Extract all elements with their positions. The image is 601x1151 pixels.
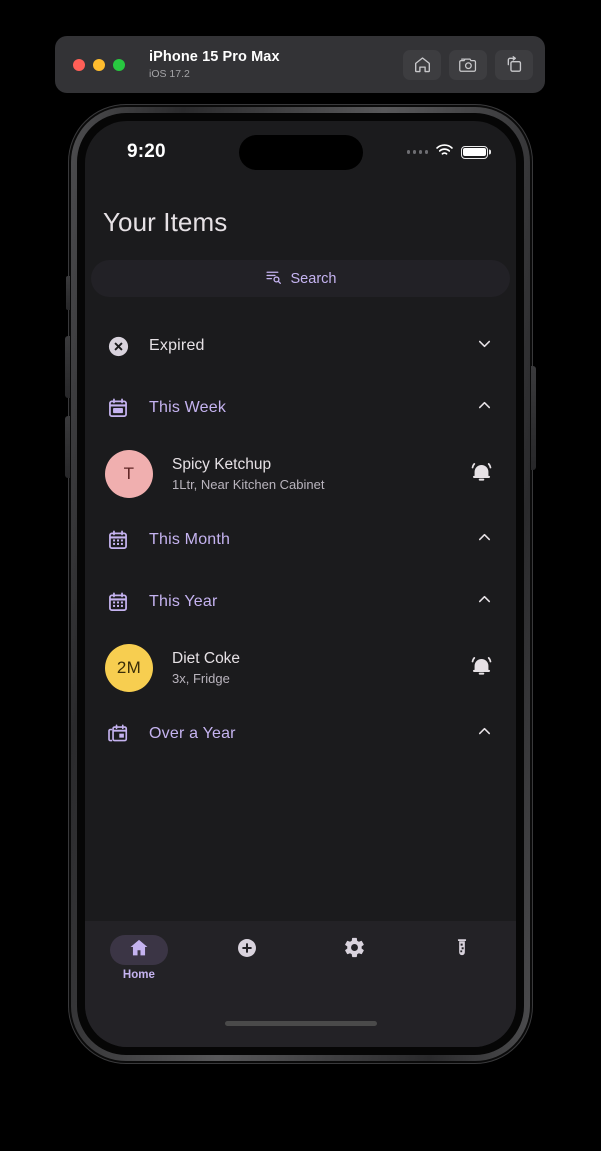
calendar-today-icon xyxy=(105,397,131,419)
item-text-block: Spicy Ketchup 1Ltr, Near Kitchen Cabinet xyxy=(172,456,324,492)
notification-bell-active-icon[interactable] xyxy=(469,653,494,683)
simulator-device-info: iPhone 15 Pro Max iOS 17.2 xyxy=(149,49,280,81)
screenshot-root: iPhone 15 Pro Max iOS 17.2 9:20 Your Ite… xyxy=(0,0,601,1151)
nav-home-pill[interactable] xyxy=(109,935,168,965)
volume-down-button[interactable] xyxy=(65,416,70,478)
battery-full-icon xyxy=(461,145,488,159)
section-header-this-year[interactable]: This Year xyxy=(85,571,516,633)
nav-item-add[interactable] xyxy=(193,935,301,981)
wifi-icon xyxy=(435,143,454,162)
calendar-month-icon xyxy=(105,591,131,613)
add-circle-icon xyxy=(236,937,258,964)
zoom-window-button[interactable] xyxy=(113,58,125,71)
item-subtitle: 1Ltr, Near Kitchen Cabinet xyxy=(172,477,325,492)
calendar-month-icon xyxy=(105,529,131,551)
item-row-diet-coke[interactable]: 2M Diet Coke 3x, Fridge xyxy=(85,633,516,703)
bottom-nav-items: Home xyxy=(85,935,516,981)
section-header-this-month[interactable]: This Month xyxy=(85,509,516,571)
simulator-device-name: iPhone 15 Pro Max xyxy=(149,48,280,65)
section-header-expired[interactable]: Expired xyxy=(85,315,516,377)
close-window-button[interactable] xyxy=(73,58,85,71)
item-row-spicy-ketchup[interactable]: T Spicy Ketchup 1Ltr, Near Kitchen Cabin… xyxy=(85,439,516,509)
volume-up-button[interactable] xyxy=(65,336,70,398)
item-subtitle: 3x, Fridge xyxy=(172,671,230,686)
gear-icon xyxy=(343,936,366,964)
simulator-os-version: iOS 17.2 xyxy=(149,67,190,80)
avatar: T xyxy=(105,450,153,498)
search-container: Search xyxy=(85,238,516,297)
cancel-circle-icon xyxy=(105,335,131,358)
item-title: Diet Coke xyxy=(172,650,241,667)
nav-lab-pill[interactable] xyxy=(433,935,491,965)
section-label-this-month: This Month xyxy=(149,531,231,548)
nav-item-home[interactable]: Home xyxy=(85,935,193,981)
home-indicator[interactable] xyxy=(224,1021,377,1026)
bottom-navigation-bar: Home xyxy=(85,921,516,1047)
chevron-up-icon[interactable] xyxy=(475,590,494,614)
app-content: Your Items Search Expired This Week T Sp… xyxy=(85,177,516,765)
search-input[interactable]: Search xyxy=(91,260,510,297)
simulator-screenshot-button[interactable] xyxy=(449,49,487,80)
section-header-over-a-year[interactable]: Over a Year xyxy=(85,703,516,765)
chevron-up-icon[interactable] xyxy=(475,528,494,552)
signal-dots-icon xyxy=(406,150,428,154)
simulator-toolbar xyxy=(403,49,533,80)
phone-screen: 9:20 Your Items Search Expired This Week… xyxy=(85,121,516,1047)
section-label-expired: Expired xyxy=(149,337,205,354)
page-title: Your Items xyxy=(103,207,228,237)
section-header-this-week[interactable]: This Week xyxy=(85,377,516,439)
simulator-home-button[interactable] xyxy=(403,49,441,80)
section-label-over-a-year: Over a Year xyxy=(149,725,236,742)
rotate-device-icon xyxy=(505,55,524,74)
ios-status-bar: 9:20 xyxy=(85,121,516,177)
section-label-this-year: This Year xyxy=(149,593,218,610)
nav-item-settings[interactable] xyxy=(301,935,409,981)
status-bar-time: 9:20 xyxy=(127,141,166,162)
avatar: 2M xyxy=(105,644,153,692)
window-traffic-lights xyxy=(73,58,125,71)
item-title: Spicy Ketchup xyxy=(172,456,272,473)
power-button[interactable] xyxy=(531,366,536,470)
home-icon xyxy=(413,55,432,74)
nav-label-home: Home xyxy=(122,969,155,981)
simulator-rotate-button[interactable] xyxy=(495,49,533,80)
chevron-up-icon[interactable] xyxy=(475,722,494,746)
section-label-this-week: This Week xyxy=(149,399,227,416)
minimize-window-button[interactable] xyxy=(93,58,105,71)
phone-frame: 9:20 Your Items Search Expired This Week… xyxy=(65,104,536,1064)
home-filled-icon xyxy=(128,937,150,964)
search-filter-icon xyxy=(265,268,282,290)
search-label: Search xyxy=(290,270,337,287)
nav-settings-pill[interactable] xyxy=(325,935,383,965)
test-tube-icon xyxy=(451,937,473,964)
nav-item-lab[interactable] xyxy=(408,935,516,981)
chevron-up-icon[interactable] xyxy=(475,396,494,420)
simulator-titlebar: iPhone 15 Pro Max iOS 17.2 xyxy=(55,36,545,93)
nav-add-pill[interactable] xyxy=(218,935,276,965)
status-bar-indicators xyxy=(406,143,488,162)
screenshot-camera-icon xyxy=(457,55,479,74)
item-text-block: Diet Coke 3x, Fridge xyxy=(172,650,240,686)
dynamic-island xyxy=(238,135,363,170)
chevron-down-icon[interactable] xyxy=(475,334,494,358)
silent-switch-button[interactable] xyxy=(66,276,70,310)
calendar-stack-icon xyxy=(105,723,131,745)
items-sections-list: Expired This Week T Spicy Ketchup 1Ltr, … xyxy=(85,297,516,765)
notification-bell-active-icon[interactable] xyxy=(469,459,494,489)
